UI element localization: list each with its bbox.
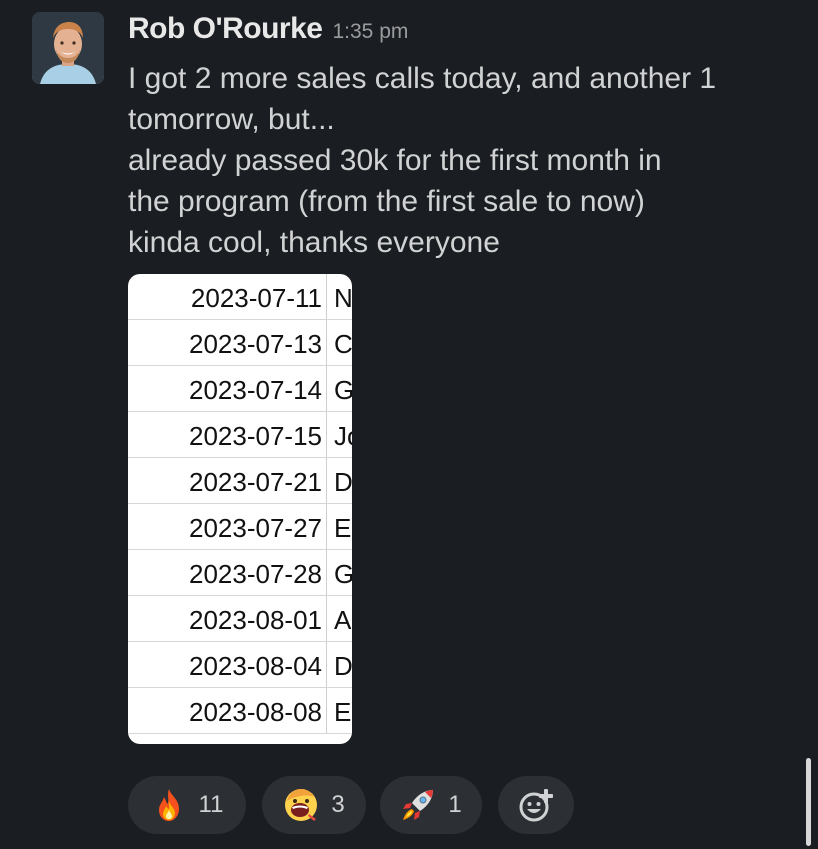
message: Rob O'Rourke 1:35 pm I got 2 more sales c… <box>0 0 818 849</box>
message-body: I got 2 more sales calls today, and anot… <box>128 58 798 263</box>
fire-icon <box>151 787 187 823</box>
spreadsheet-row: 2023-08-01 A <box>128 596 352 642</box>
name-cell: E <box>334 513 352 543</box>
message-line: the program (from the first sale to now) <box>128 185 645 218</box>
reaction-screaming-face[interactable]: 3 <box>262 776 366 834</box>
reaction-count: 1 <box>448 791 462 818</box>
avatar-image <box>32 12 104 84</box>
name-cell: N <box>334 283 352 313</box>
rocket-icon <box>400 787 436 823</box>
name-cell: D <box>334 651 352 681</box>
column-divider <box>326 458 327 503</box>
date-cell: 2023-07-28 <box>189 559 322 589</box>
message-line: tomorrow, but... <box>128 103 335 136</box>
column-divider <box>326 688 327 733</box>
date-cell: 2023-08-01 <box>189 605 322 635</box>
spreadsheet-row: 2023-07-13 C <box>128 320 352 366</box>
spreadsheet-row: 2023-07-14 G <box>128 366 352 412</box>
image-attachment[interactable]: 2023-07-11 N 2023-07-13 C 2023-07-14 G 2023… <box>128 274 352 744</box>
column-divider <box>326 366 327 411</box>
reaction-count: 3 <box>331 791 345 818</box>
spreadsheet-row: 2023-07-11 N <box>128 274 352 320</box>
spreadsheet-row: 2023-07-21 D <box>128 458 352 504</box>
spreadsheet-row: 2023-07-28 G <box>128 550 352 596</box>
column-divider <box>326 320 327 365</box>
column-divider <box>326 412 327 457</box>
date-cell: 2023-07-11 <box>190 283 322 313</box>
name-cell: E <box>334 697 352 727</box>
column-divider <box>326 596 327 641</box>
name-cell: G <box>334 559 352 589</box>
reaction-rocket[interactable]: 1 <box>380 776 482 834</box>
message-header: Rob O'Rourke 1:35 pm <box>128 12 408 52</box>
timestamp[interactable]: 1:35 pm <box>332 20 408 43</box>
date-cell: 2023-07-13 <box>189 329 322 359</box>
date-cell: 2023-08-04 <box>189 651 322 681</box>
spreadsheet-row: 2023-08-04 D <box>128 642 352 688</box>
add-reaction-icon <box>518 787 554 823</box>
column-divider <box>326 550 327 595</box>
date-cell: 2023-08-08 <box>189 697 322 727</box>
column-divider <box>326 504 327 549</box>
column-divider <box>326 642 327 687</box>
reaction-count: 11 <box>198 791 224 818</box>
message-line: already passed 30k for the first month i… <box>128 144 662 177</box>
add-reaction-button[interactable] <box>498 776 574 834</box>
spreadsheet-row: 2023-07-15 Jo <box>128 412 352 458</box>
screaming-face-icon <box>283 787 319 823</box>
name-cell: Jo <box>334 421 352 451</box>
date-cell: 2023-07-27 <box>189 513 322 543</box>
name-cell: A <box>334 605 352 635</box>
date-cell: 2023-07-15 <box>189 421 322 451</box>
spreadsheet-row: 2023-08-08 E <box>128 688 352 734</box>
scrollbar[interactable] <box>806 758 811 846</box>
name-cell: C <box>334 329 352 359</box>
name-cell: D <box>334 467 352 497</box>
reaction-fire[interactable]: 11 <box>128 776 246 834</box>
column-divider <box>326 274 327 319</box>
date-cell: 2023-07-14 <box>189 375 322 405</box>
avatar[interactable] <box>32 12 104 84</box>
date-cell: 2023-07-21 <box>189 467 322 497</box>
message-line: kinda cool, thanks everyone <box>128 226 500 259</box>
author-name[interactable]: Rob O'Rourke <box>128 12 323 45</box>
spreadsheet-row: 2023-07-27 E <box>128 504 352 550</box>
message-line: I got 2 more sales calls today, and anot… <box>128 62 717 95</box>
name-cell: G <box>334 375 352 405</box>
